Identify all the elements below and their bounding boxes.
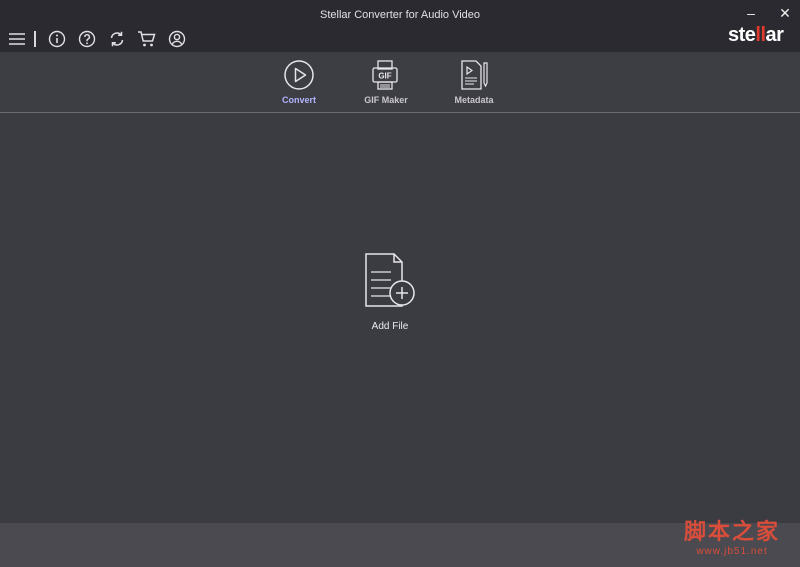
- help-icon[interactable]: [76, 28, 98, 50]
- stellar-logo: stellar: [728, 24, 784, 46]
- metadata-doc-icon: [457, 58, 491, 92]
- title-bar: Stellar Converter for Audio Video – ✕ st…: [0, 0, 800, 52]
- feature-ribbon: Convert GIF GIF Maker Metadata: [0, 52, 800, 113]
- info-icon[interactable]: [46, 28, 68, 50]
- watermark: 脚本之家 www.jb51.net: [668, 514, 796, 562]
- tab-gif-maker[interactable]: GIF GIF Maker: [351, 58, 421, 110]
- refresh-icon[interactable]: [106, 28, 128, 50]
- toolbar: [6, 28, 196, 50]
- add-file-button[interactable]: Add File: [350, 252, 430, 332]
- close-button[interactable]: ✕: [774, 4, 796, 22]
- menu-icon[interactable]: [6, 28, 28, 50]
- watermark-main-text: 脚本之家: [683, 519, 780, 545]
- play-circle-icon: [282, 58, 316, 92]
- account-icon[interactable]: [166, 28, 188, 50]
- add-file-icon: [362, 252, 418, 315]
- gif-printer-icon: GIF: [369, 58, 403, 92]
- tab-convert[interactable]: Convert: [264, 58, 334, 110]
- window-title: Stellar Converter for Audio Video: [320, 9, 480, 21]
- main-content: Add File: [0, 114, 800, 523]
- tab-metadata-label: Metadata: [454, 95, 494, 105]
- tab-convert-label: Convert: [281, 95, 316, 105]
- add-file-label: Add File: [371, 321, 409, 332]
- svg-text:GIF: GIF: [378, 72, 391, 81]
- minimize-button[interactable]: –: [740, 4, 762, 22]
- tab-metadata[interactable]: Metadata: [439, 58, 509, 110]
- toolbar-separator: [34, 31, 36, 47]
- tab-gif-maker-label: GIF Maker: [364, 95, 408, 105]
- watermark-sub-text: www.jb51.net: [696, 546, 768, 557]
- cart-icon[interactable]: [136, 28, 158, 50]
